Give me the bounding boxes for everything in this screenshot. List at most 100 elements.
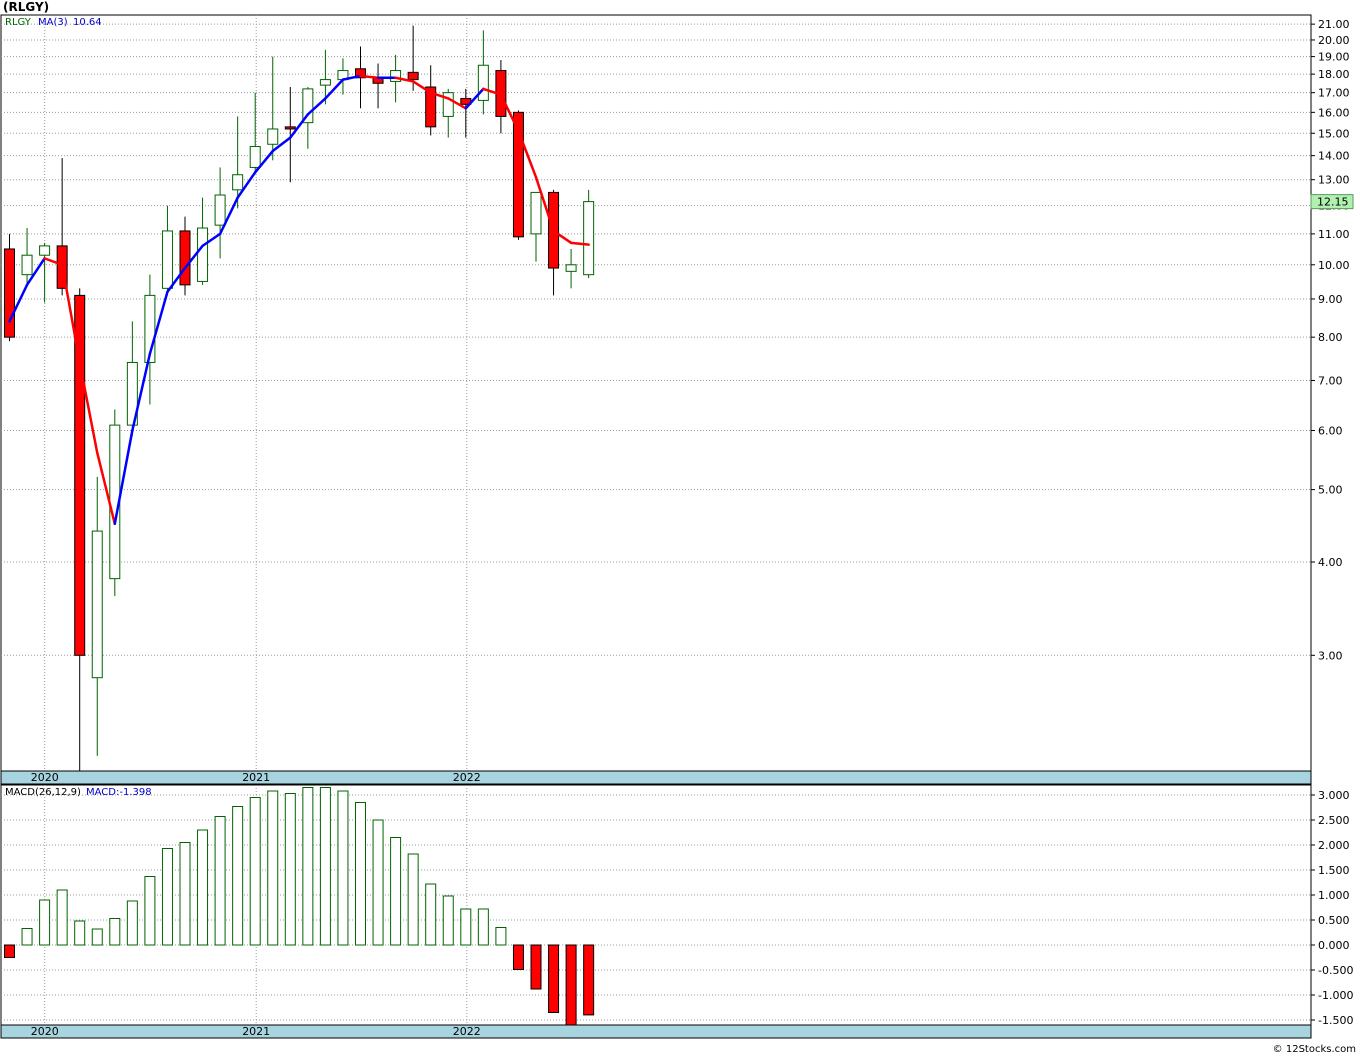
price-tick-label: 10.00: [1318, 259, 1350, 272]
macd-tick-label: 0.000: [1318, 939, 1350, 952]
macd-bar: [407, 853, 419, 946]
price-panel-frame: [0, 14, 1312, 772]
macd-bar: [583, 944, 595, 1016]
legend-symbol: RLGY: [5, 17, 32, 28]
price-tick-label: 21.00: [1318, 18, 1350, 31]
macd-bar: [372, 819, 384, 946]
candle-body: [214, 194, 226, 226]
candle-body: [179, 230, 191, 286]
price-y-axis: 21.00 20.00 19.00 18.00 17.00 16.00 15.00 14.00…: [1311, 18, 1350, 662]
macd-bar: [267, 790, 279, 946]
candle-body: [583, 201, 595, 276]
macd-bar: [355, 802, 366, 946]
candle-body: [161, 230, 173, 289]
macd-bar: [249, 797, 261, 946]
candle-body: [232, 174, 244, 191]
legend-ma-label: MA(3): [38, 17, 68, 28]
price-tick-label: 5.00: [1318, 484, 1343, 497]
macd-x-label: 2022: [453, 1025, 481, 1038]
macd-bar: [442, 895, 454, 946]
chart-canvas: 21.00 20.00 19.00 18.00 17.00 16.00 15.00 14.00…: [0, 14, 1354, 1039]
macd-bar: [460, 908, 472, 946]
candle: [4, 233, 15, 342]
price-time-axis: 2020 2021 2022: [0, 770, 1312, 785]
macd-bar: [39, 899, 51, 946]
price-tick-label: 7.00: [1318, 374, 1343, 387]
macd-tick-label: -1.000: [1318, 989, 1353, 1002]
macd-bar: [425, 883, 437, 946]
price-tick-label: 13.00: [1318, 174, 1350, 187]
price-tick-label: 18.00: [1318, 68, 1350, 81]
macd-bar: [4, 944, 15, 958]
legend-ma-value: 10.64: [73, 17, 102, 28]
price-tick-label: 4.00: [1318, 556, 1343, 569]
macd-time-axis: 2020 2021 2022: [0, 1024, 1312, 1039]
candle-body: [197, 227, 209, 282]
price-panel: 21.00 20.00 19.00 18.00 17.00 16.00 15.00 14.00…: [0, 14, 1354, 772]
candle-body: [407, 71, 419, 81]
price-tick-label: 16.00: [1318, 106, 1350, 119]
macd-bar: [56, 889, 68, 946]
price-tick-label: 20.00: [1318, 34, 1350, 47]
macd-bar: [126, 900, 138, 946]
price-tick-label: 8.00: [1318, 331, 1343, 344]
macd-x-label: 2020: [31, 1025, 59, 1038]
macd-panel: 3.000 2.500 2.000 1.500 1.000 0.500 0.000 -0.50…: [0, 784, 1353, 1027]
macd-legend-value: MACD:-1.398: [86, 787, 152, 798]
candle-body: [477, 64, 489, 101]
macd-tick-label: 2.500: [1318, 814, 1350, 827]
price-legend: RLGY MA(3) 10.64: [5, 17, 102, 28]
price-tick-label: 17.00: [1318, 87, 1350, 100]
macd-bar: [512, 944, 524, 970]
candle-body: [319, 79, 331, 86]
macd-tick-label: -0.500: [1318, 964, 1353, 977]
last-price-value: 12.15: [1317, 196, 1349, 209]
macd-bar: [144, 876, 156, 946]
macd-bar: [284, 793, 296, 946]
macd-bar: [197, 829, 209, 946]
macd-bar: [179, 842, 191, 946]
macd-legend: MACD(26,12,9) MACD:-1.398: [5, 787, 152, 798]
macd-bar: [232, 806, 244, 946]
macd-bar: [214, 816, 226, 946]
candle-body: [249, 146, 261, 168]
macd-bar: [319, 787, 331, 946]
candle-body: [267, 128, 279, 145]
macd-bar: [74, 920, 86, 946]
macd-tick-label: 0.500: [1318, 914, 1350, 927]
credit-text: © 12Stocks.com: [1272, 1044, 1356, 1055]
price-x-label: 2020: [31, 771, 59, 784]
macd-bar: [530, 944, 542, 990]
price-tick-label: 3.00: [1318, 649, 1343, 662]
macd-bar: [21, 928, 33, 946]
macd-bar: [548, 944, 560, 1013]
price-tick-label: 11.00: [1318, 228, 1350, 241]
price-x-label: 2021: [242, 771, 270, 784]
candle-body: [284, 126, 296, 130]
macd-bar: [477, 908, 489, 946]
macd-y-axis: 3.000 2.500 2.000 1.500 1.000 0.500 0.000 -0.50…: [1311, 789, 1353, 1027]
macd-x-label: 2021: [242, 1025, 270, 1038]
candle-body: [21, 254, 33, 276]
macd-tick-label: 3.000: [1318, 789, 1350, 802]
price-x-label: 2022: [453, 771, 481, 784]
macd-bar: [109, 918, 121, 946]
candle-body: [530, 191, 542, 235]
macd-tick-label: 2.000: [1318, 839, 1350, 852]
price-tick-label: 15.00: [1318, 127, 1350, 140]
candle-body: [390, 70, 402, 82]
macd-bar: [91, 928, 103, 946]
macd-legend-label: MACD(26,12,9): [5, 787, 81, 798]
candle-body: [565, 264, 577, 272]
last-price-marker: 12.15: [1310, 194, 1354, 210]
macd-tick-label: -1.500: [1318, 1014, 1353, 1027]
candle-body: [39, 245, 51, 256]
price-tick-label: 14.00: [1318, 150, 1350, 163]
candle-body: [4, 248, 15, 338]
macd-bar: [390, 837, 402, 946]
price-tick-label: 9.00: [1318, 293, 1343, 306]
macd-bar: [337, 790, 349, 946]
macd-bar: [495, 927, 507, 946]
candle: [583, 189, 595, 279]
macd-bar: [302, 787, 314, 946]
